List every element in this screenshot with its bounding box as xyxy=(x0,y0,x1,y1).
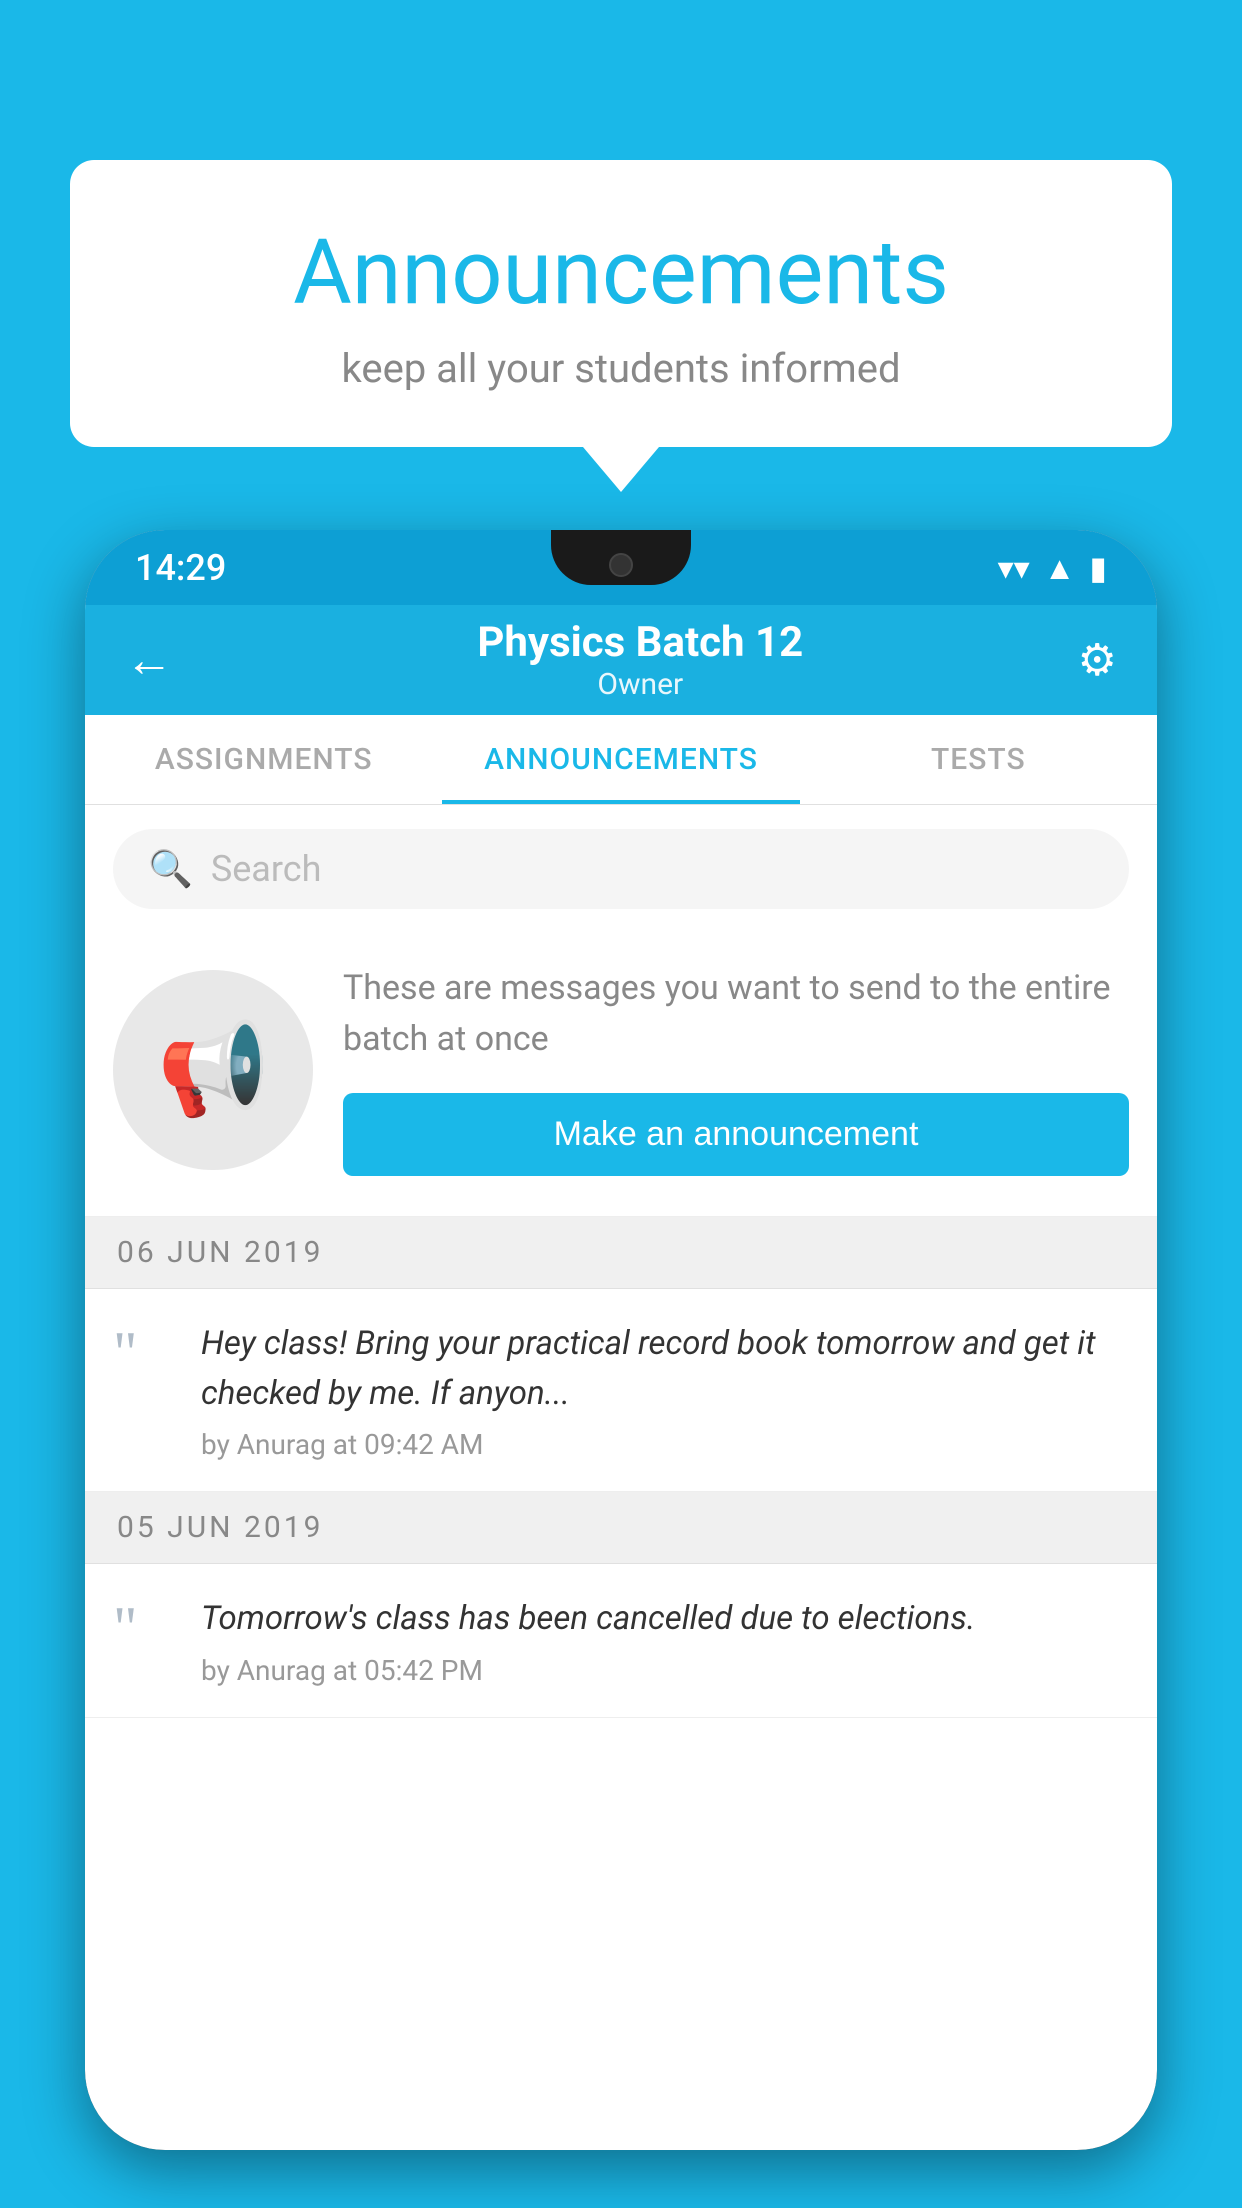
announcement-content-1: Hey class! Bring your practical record b… xyxy=(201,1319,1129,1461)
date-separator-1: 06 JUN 2019 xyxy=(85,1217,1157,1289)
app-bar-title-section: Physics Batch 12 Owner xyxy=(203,618,1078,702)
app-bar-title: Physics Batch 12 xyxy=(203,618,1078,667)
announcement-item-2[interactable]: " Tomorrow's class has been cancelled du… xyxy=(85,1564,1157,1718)
speech-bubble-subtitle: keep all your students informed xyxy=(150,345,1092,392)
app-bar-subtitle: Owner xyxy=(203,667,1078,702)
announcement-content-2: Tomorrow's class has been cancelled due … xyxy=(201,1594,1129,1687)
announcement-text-1: Hey class! Bring your practical record b… xyxy=(201,1319,1129,1418)
tab-assignments[interactable]: ASSIGNMENTS xyxy=(85,715,442,804)
date-separator-2: 05 JUN 2019 xyxy=(85,1492,1157,1564)
speech-bubble: Announcements keep all your students inf… xyxy=(70,160,1172,447)
app-bar: ← Physics Batch 12 Owner ⚙ xyxy=(85,605,1157,715)
speech-bubble-title: Announcements xyxy=(150,220,1092,325)
wifi-icon: ▾▾ xyxy=(998,549,1030,587)
content-area: 🔍 Search 📢 These are messages you want t… xyxy=(85,805,1157,1718)
tab-announcements[interactable]: ANNOUNCEMENTS xyxy=(442,715,799,804)
status-time: 14:29 xyxy=(135,547,226,589)
battery-icon: ▮ xyxy=(1089,549,1107,587)
megaphone-icon: 📢 xyxy=(157,1017,269,1122)
phone-frame: 14:29 ▾▾ ▲ ▮ ← Physics Batch 12 Owner ⚙ xyxy=(85,530,1157,2150)
announcement-prompt: 📢 These are messages you want to send to… xyxy=(85,933,1157,1217)
phone-wrapper: 14:29 ▾▾ ▲ ▮ ← Physics Batch 12 Owner ⚙ xyxy=(85,530,1157,2208)
quote-icon-1: " xyxy=(113,1329,173,1377)
status-icons: ▾▾ ▲ ▮ xyxy=(998,549,1107,587)
notch xyxy=(551,530,691,585)
status-bar: 14:29 ▾▾ ▲ ▮ xyxy=(85,530,1157,605)
notch-camera xyxy=(609,553,633,577)
back-button[interactable]: ← xyxy=(125,636,173,684)
search-bar[interactable]: 🔍 Search xyxy=(113,829,1129,909)
announcement-text-2: Tomorrow's class has been cancelled due … xyxy=(201,1594,1129,1644)
tab-tests[interactable]: TESTS xyxy=(800,715,1157,804)
search-icon: 🔍 xyxy=(148,848,193,890)
make-announcement-button[interactable]: Make an announcement xyxy=(343,1093,1129,1176)
prompt-description: These are messages you want to send to t… xyxy=(343,963,1129,1065)
announcement-item-1[interactable]: " Hey class! Bring your practical record… xyxy=(85,1289,1157,1492)
prompt-right: These are messages you want to send to t… xyxy=(343,963,1129,1176)
screen-inner: 14:29 ▾▾ ▲ ▮ ← Physics Batch 12 Owner ⚙ xyxy=(85,530,1157,2150)
megaphone-circle: 📢 xyxy=(113,970,313,1170)
quote-icon-2: " xyxy=(113,1604,173,1652)
tabs-bar: ASSIGNMENTS ANNOUNCEMENTS TESTS xyxy=(85,715,1157,805)
speech-bubble-wrapper: Announcements keep all your students inf… xyxy=(70,160,1172,492)
announcement-meta-1: by Anurag at 09:42 AM xyxy=(201,1428,1129,1461)
settings-button[interactable]: ⚙ xyxy=(1078,634,1117,686)
signal-icon: ▲ xyxy=(1044,549,1076,587)
search-input-placeholder: Search xyxy=(211,848,322,890)
announcement-meta-2: by Anurag at 05:42 PM xyxy=(201,1654,1129,1687)
speech-bubble-arrow xyxy=(583,447,659,492)
